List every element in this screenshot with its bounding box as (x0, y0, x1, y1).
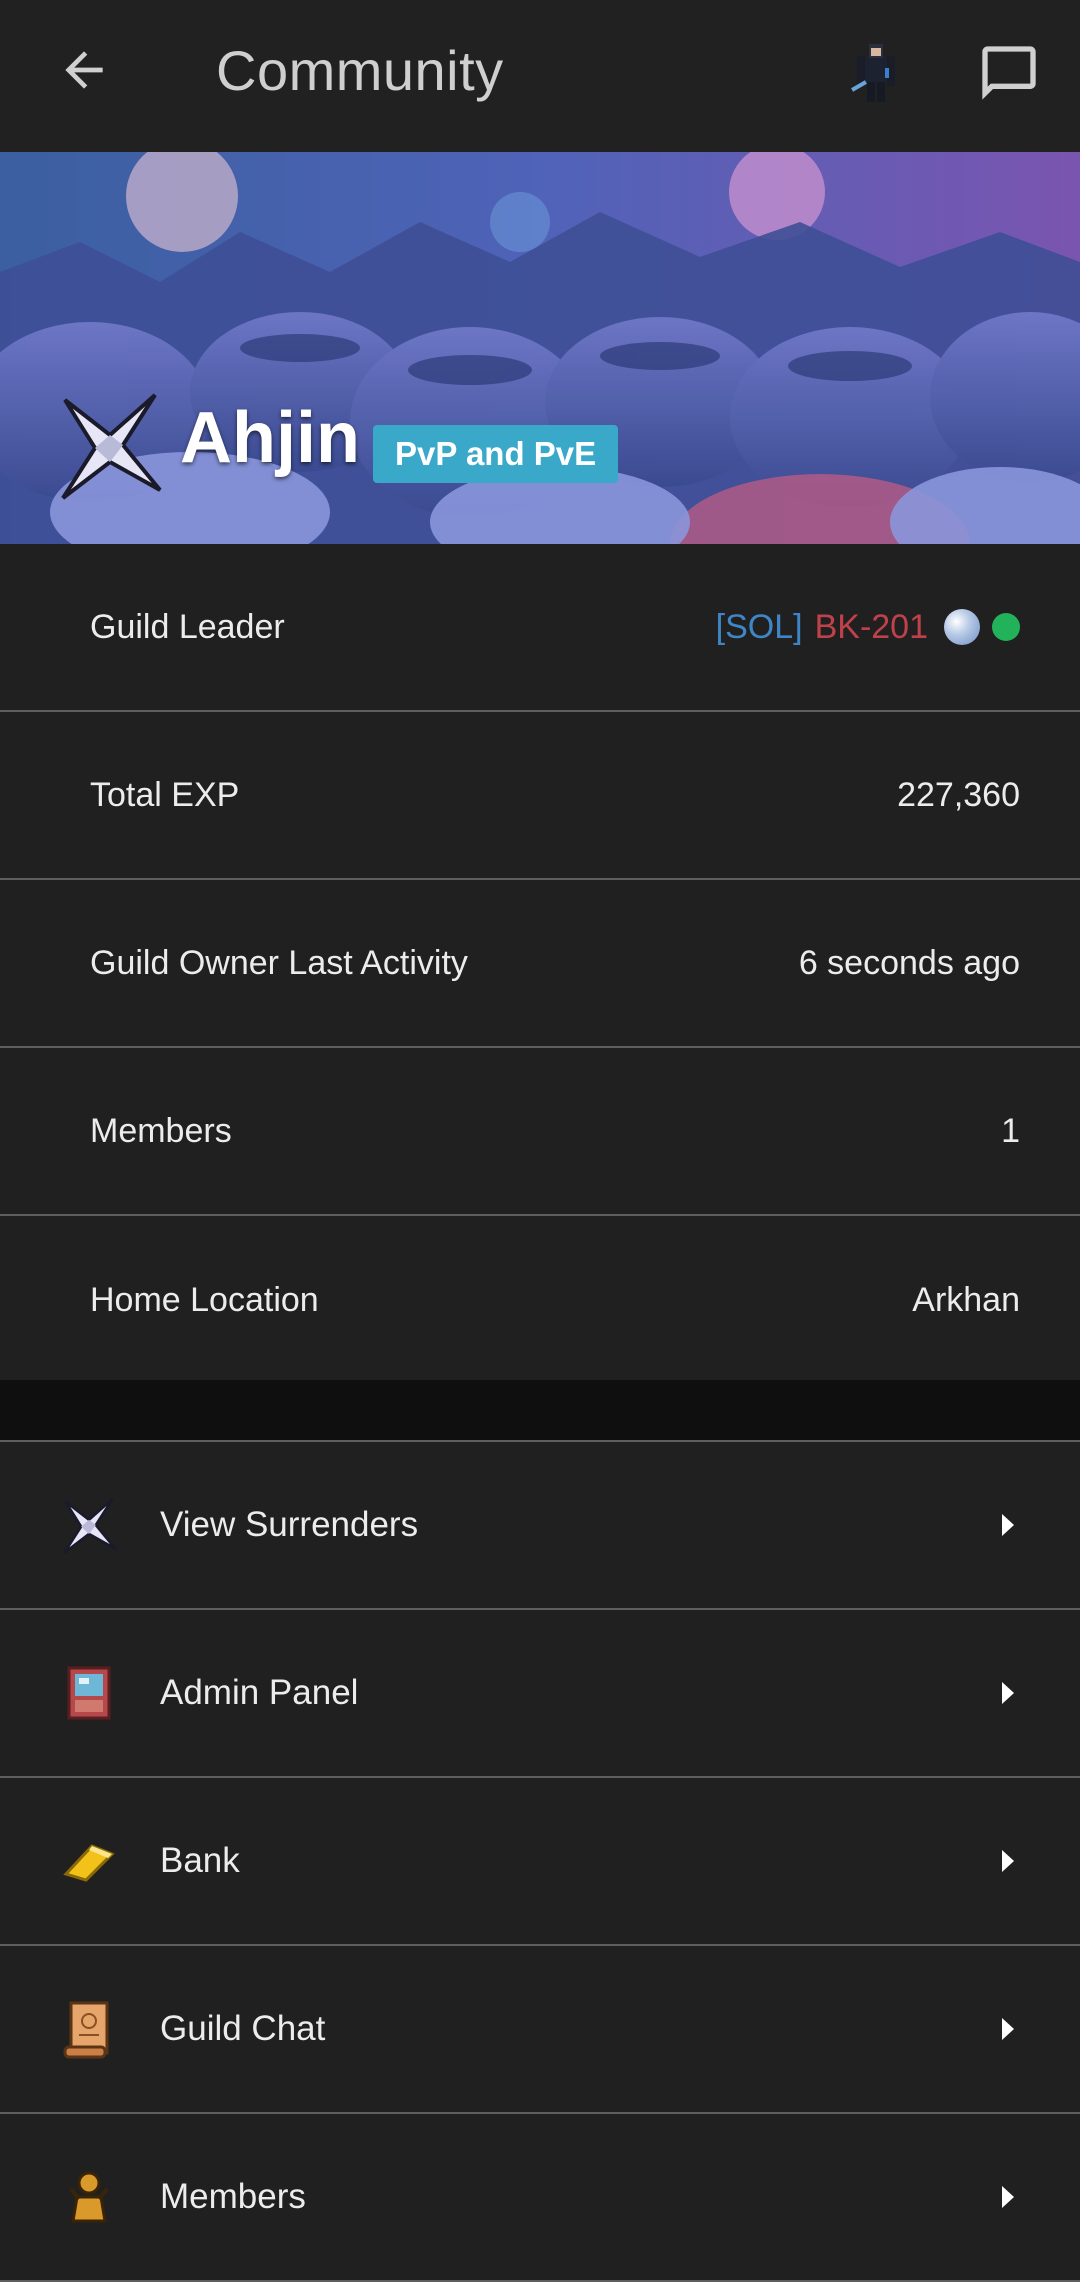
menu-item-label: Members (160, 2177, 306, 2216)
last-activity-label: Guild Owner Last Activity (90, 943, 468, 982)
page-title: Community (216, 39, 504, 102)
chevron-right-icon (1002, 1514, 1014, 1536)
info-row-home-location: Home Location Arkhan (0, 1216, 1080, 1384)
chevron-right-icon (1002, 1682, 1014, 1704)
menu-item-view-surrenders[interactable]: View Surrenders (0, 1442, 1080, 1610)
guild-crest-icon (61, 393, 162, 500)
globe-icon (944, 609, 980, 645)
player-avatar-icon (851, 44, 895, 102)
last-activity-value: 6 seconds ago (798, 943, 1020, 982)
info-row-last-activity: Guild Owner Last Activity 6 seconds ago (0, 880, 1080, 1048)
guild-banner: Ahjin PvP and PvE (0, 152, 1080, 544)
scroll-icon (58, 1998, 120, 2060)
info-row-members: Members 1 (0, 1048, 1080, 1216)
back-button[interactable] (44, 30, 124, 110)
chevron-right-icon (1002, 1850, 1014, 1872)
home-location-label: Home Location (90, 1280, 319, 1319)
messages-button[interactable] (966, 30, 1052, 116)
info-row-total-exp: Total EXP 227,360 (0, 712, 1080, 880)
info-row-guild-leader[interactable]: Guild Leader [SOL] BK-201 (0, 544, 1080, 712)
section-divider (0, 1380, 1080, 1440)
menu-item-guild-chat[interactable]: Guild Chat (0, 1946, 1080, 2114)
online-status-icon (992, 613, 1020, 641)
menu-item-label: Admin Panel (160, 1673, 359, 1712)
leader-prefix: [SOL] (715, 607, 803, 646)
admin-panel-icon (58, 1662, 120, 1724)
guild-name: Ahjin (180, 398, 360, 478)
chevron-right-icon (1002, 2018, 1014, 2040)
guild-info-list: Guild Leader [SOL] BK-201 Total EXP 227,… (0, 544, 1080, 1384)
members-icon (58, 2166, 120, 2228)
home-location-value: Arkhan (912, 1280, 1020, 1319)
menu-item-label: Guild Chat (160, 2009, 326, 2048)
chevron-right-icon (1002, 2186, 1014, 2208)
chat-bubble-icon (982, 46, 1036, 100)
gold-bar-icon (58, 1830, 120, 1892)
leader-name: BK-201 (814, 607, 928, 646)
avatar[interactable] (832, 30, 918, 116)
guild-leader-value[interactable]: [SOL] BK-201 (716, 608, 1020, 647)
menu-item-members[interactable]: Members (0, 2114, 1080, 2282)
top-app-bar: Community (0, 0, 1080, 152)
menu-item-admin-panel[interactable]: Admin Panel (0, 1610, 1080, 1778)
total-exp-label: Total EXP (90, 775, 240, 814)
menu-item-label: View Surrenders (160, 1505, 419, 1544)
members-count-label: Members (90, 1111, 232, 1150)
white-flag-icon (58, 1494, 120, 1556)
guild-type-badge: PvP and PvE (373, 425, 619, 483)
menu-item-label: Bank (160, 1841, 240, 1880)
guild-menu-list: View Surrenders Admin Panel Bank Guild C… (0, 1440, 1080, 2282)
total-exp-value: 227,360 (897, 775, 1020, 814)
members-count-value: 1 (1001, 1111, 1020, 1150)
arrow-left-icon (65, 51, 103, 89)
menu-item-bank[interactable]: Bank (0, 1778, 1080, 1946)
guild-leader-label: Guild Leader (90, 607, 285, 646)
